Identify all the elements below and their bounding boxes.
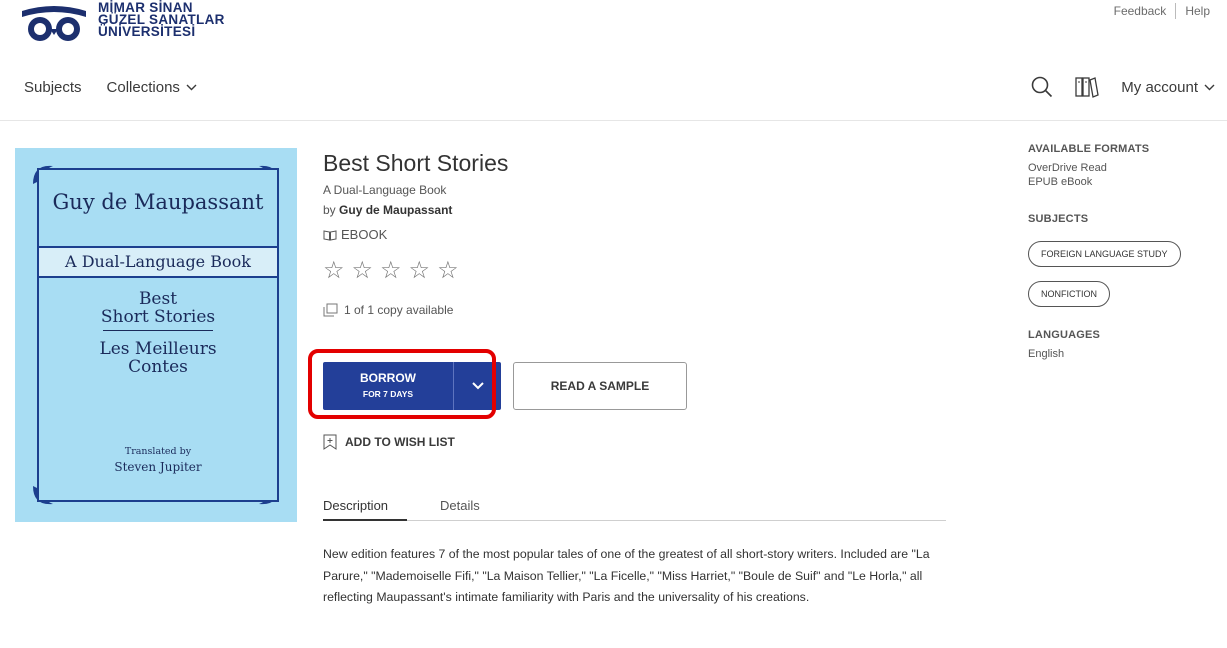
header-divider — [0, 120, 1227, 121]
utility-links: Feedback Help — [1114, 3, 1210, 19]
subjects-heading: SUBJECTS — [1028, 213, 1089, 225]
format-item: OverDrive Read — [1028, 162, 1107, 174]
help-link[interactable]: Help — [1185, 4, 1210, 18]
action-buttons: BORROW FOR 7 DAYS READ A SAMPLE — [308, 349, 687, 419]
language-value: English — [1028, 348, 1065, 360]
book-sidebar: AVAILABLE FORMATS OverDrive Read EPUB eB… — [1028, 143, 1218, 361]
university-logo[interactable]: MİMAR SİNAN GÜZEL SANATLAR ÜNİVERSİTESİ — [20, 0, 225, 46]
formats-list: OverDrive Read EPUB eBook — [1028, 161, 1218, 189]
languages-heading: LANGUAGES — [1028, 329, 1101, 341]
feedback-link[interactable]: Feedback — [1114, 4, 1167, 18]
cover-translated-by: Translated by — [124, 446, 192, 457]
my-account-label: My account — [1121, 78, 1198, 96]
subject-pill[interactable]: FOREIGN LANGUAGE STUDY — [1028, 241, 1181, 267]
formats-heading: AVAILABLE FORMATS — [1028, 143, 1150, 155]
byline-prefix: by — [323, 203, 336, 217]
bookmark-plus-icon — [323, 434, 337, 450]
nav-subjects[interactable]: Subjects — [24, 79, 82, 96]
cover-title-line: Best — [138, 289, 178, 309]
cover-title-line: Contes — [128, 357, 188, 377]
cover-title-line: Short Stories — [100, 307, 216, 327]
add-to-wishlist-button[interactable]: ADD TO WISH LIST — [323, 434, 455, 450]
cover-author: Guy de Maupassant — [52, 190, 264, 214]
availability: 1 of 1 copy available — [323, 303, 953, 317]
bookshelf-button[interactable] — [1075, 76, 1100, 98]
tab-description-label: Description — [323, 498, 389, 513]
tab-description[interactable]: Description — [323, 498, 407, 521]
my-account-menu[interactable]: My account — [1121, 79, 1215, 96]
search-button[interactable] — [1031, 76, 1053, 98]
book-byline: by Guy de Maupassant — [323, 203, 953, 217]
nav-collections-label: Collections — [106, 79, 180, 96]
book-title: Best Short Stories — [323, 150, 509, 176]
nav-subjects-label: Subjects — [24, 79, 82, 96]
main-nav: Subjects Collections My account — [0, 66, 1227, 110]
cover-frame: Guy de Maupassant A Dual-Language Book B… — [37, 168, 279, 502]
site-header: MİMAR SİNAN GÜZEL SANATLAR ÜNİVERSİTESİ … — [0, 0, 1227, 60]
book-details: Best Short Stories A Dual-Language Book … — [308, 150, 953, 604]
search-icon — [1031, 76, 1053, 98]
copies-icon — [323, 303, 338, 317]
format-item: EPUB eBook — [1028, 176, 1093, 188]
book-subtitle: A Dual-Language Book — [323, 183, 447, 197]
cover-rule — [103, 330, 213, 331]
bookshelf-icon — [1075, 77, 1100, 98]
separator — [1175, 3, 1177, 19]
book-description: New edition features 7 of the most popul… — [323, 547, 930, 604]
tab-details-label: Details — [440, 498, 480, 513]
author-link[interactable]: Guy de Maupassant — [339, 203, 452, 217]
format-text: EBOOK — [341, 227, 388, 242]
cover-band: A Dual-Language Book — [39, 246, 277, 278]
chevron-down-icon — [1204, 84, 1215, 90]
availability-text: 1 of 1 copy available — [344, 303, 454, 317]
cover-title-fr: Les Meilleurs Contes — [39, 340, 277, 376]
star-rating[interactable]: ☆☆☆☆☆ — [323, 256, 953, 285]
cover-translator: Steven Jupiter — [114, 460, 202, 474]
subject-pill[interactable]: NONFICTION — [1028, 281, 1110, 307]
chevron-down-icon — [186, 84, 197, 91]
format-label: EBOOK — [323, 227, 953, 242]
nav-collections[interactable]: Collections — [107, 79, 197, 96]
highlight-box — [308, 349, 496, 419]
book-cover[interactable]: Guy de Maupassant A Dual-Language Book B… — [15, 148, 297, 522]
owl-logo-icon — [22, 6, 86, 41]
read-sample-button[interactable]: READ A SAMPLE — [513, 362, 687, 410]
open-book-icon — [323, 229, 337, 241]
cover-title: Best Short Stories — [39, 290, 277, 326]
wishlist-label: ADD TO WISH LIST — [345, 435, 455, 449]
university-name: MİMAR SİNAN GÜZEL SANATLAR ÜNİVERSİTESİ — [98, 1, 225, 39]
detail-tabs: Description Details — [323, 498, 946, 521]
brand-line-3: ÜNİVERSİTESİ — [98, 24, 196, 39]
subject-pills: FOREIGN LANGUAGE STUDY NONFICTION — [1028, 225, 1218, 307]
tab-details[interactable]: Details — [440, 498, 480, 519]
cover-title-line: Les Meilleurs — [99, 339, 217, 359]
